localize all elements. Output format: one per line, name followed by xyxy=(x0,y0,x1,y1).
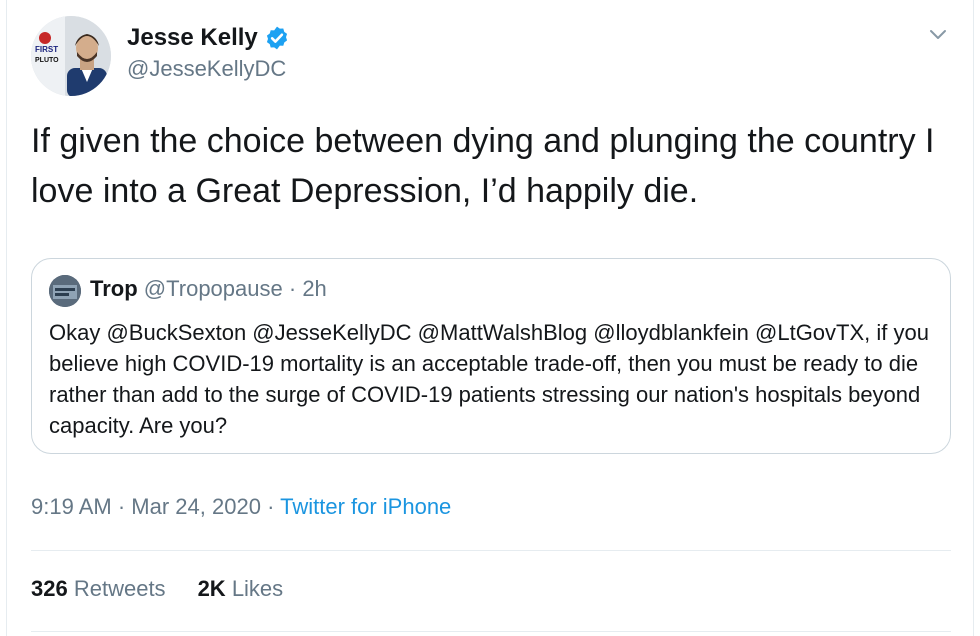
tweet-text: If given the choice between dying and pl… xyxy=(31,122,935,210)
timestamp-row: 9:19 AM · Mar 24, 2020 · Twitter for iPh… xyxy=(31,494,451,520)
avatar-badge-first: FIRST xyxy=(35,45,58,54)
quoted-separator: · xyxy=(288,276,297,301)
author-handle[interactable]: @JesseKellyDC xyxy=(127,56,286,82)
chevron-down-icon[interactable] xyxy=(927,24,949,46)
verified-badge-icon xyxy=(266,26,287,50)
quoted-age[interactable]: 2h xyxy=(302,276,326,301)
quoted-display-name[interactable]: Trop xyxy=(90,276,138,301)
quoted-author-avatar-image xyxy=(49,275,81,307)
date-source-separator: · xyxy=(267,494,275,519)
quoted-tweet[interactable]: Trop @Tropopause · 2h Okay @BuckSexton @… xyxy=(31,258,951,454)
quoted-handle[interactable]: @Tropopause xyxy=(144,276,283,301)
author-name-row[interactable]: Jesse Kelly xyxy=(127,24,290,52)
quoted-author-avatar[interactable] xyxy=(49,275,81,307)
quoted-header: Trop @Tropopause · 2h xyxy=(90,276,327,302)
quoted-text: Okay @BuckSexton @JesseKellyDC @MattWals… xyxy=(49,320,929,438)
avatar-badge-pluto: PLUTO xyxy=(35,57,59,64)
retweets-stat[interactable]: 326 Retweets xyxy=(31,576,166,602)
tweet-date[interactable]: Mar 24, 2020 xyxy=(131,494,261,519)
author-avatar-image: FIRST PLUTO xyxy=(31,16,111,96)
tweet-source-link[interactable]: Twitter for iPhone xyxy=(280,494,451,519)
likes-label: Likes xyxy=(231,576,284,601)
author-avatar[interactable]: FIRST PLUTO xyxy=(31,16,111,96)
likes-stat[interactable]: 2K Likes xyxy=(198,576,284,602)
retweets-count: 326 xyxy=(31,576,68,601)
likes-count: 2K xyxy=(197,576,226,601)
divider-bottom xyxy=(31,631,951,632)
retweets-label: Retweets xyxy=(73,576,166,601)
tweet-card: FIRST PLUTO Jesse Kelly @JesseKellyDC If… xyxy=(6,0,974,636)
engagement-stats: 326 Retweets 2K Likes xyxy=(31,576,283,602)
author-display-name[interactable]: Jesse Kelly xyxy=(127,24,258,52)
tweet-time[interactable]: 9:19 AM xyxy=(31,494,112,519)
divider-top xyxy=(31,550,951,551)
time-date-separator: · xyxy=(117,494,126,519)
